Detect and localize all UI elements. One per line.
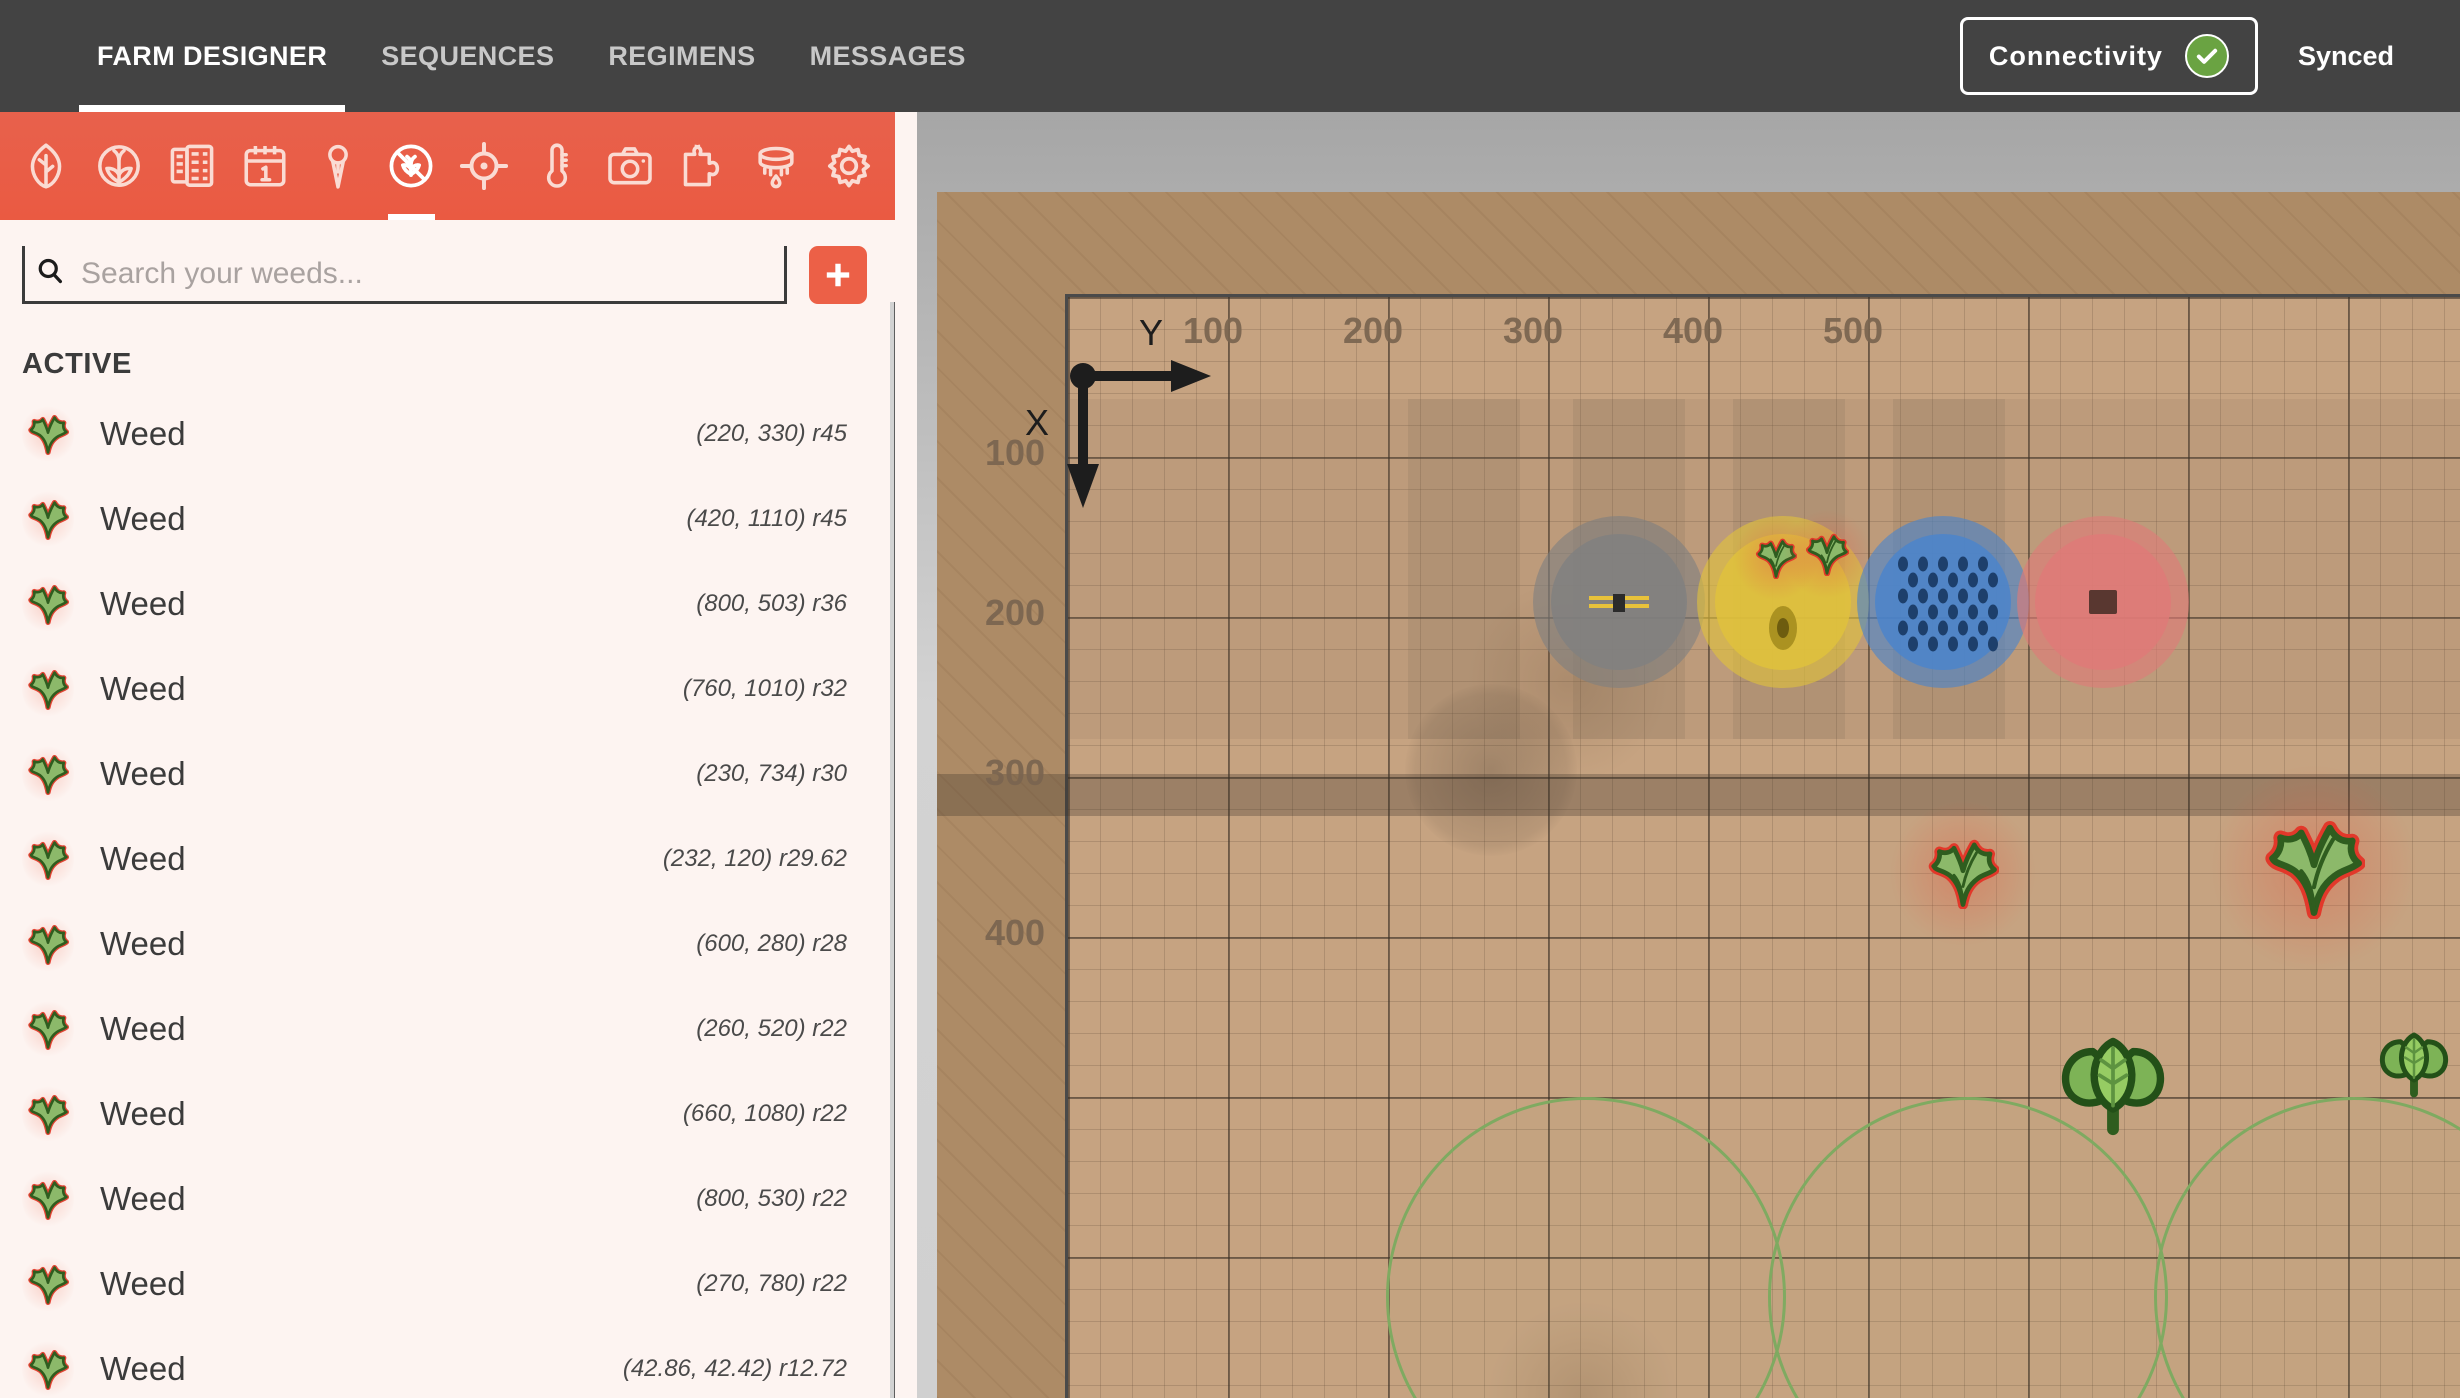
nav-link-label: Farm Designer: [97, 40, 328, 71]
list-item-name: Weed: [100, 414, 186, 452]
calendar-events-icon[interactable]: [229, 112, 302, 220]
weeds-icon[interactable]: [375, 112, 448, 220]
list-item-name: Weed: [100, 1349, 186, 1387]
map-plant-spinach[interactable]: [2059, 1028, 2167, 1136]
weed-icon: [22, 998, 74, 1059]
list-item-name: Weed: [100, 1009, 186, 1047]
weed-icon: [22, 1338, 74, 1398]
weed-icon: [22, 1253, 74, 1314]
map-plant-spinach[interactable]: [2378, 1026, 2450, 1098]
list-item-coords: (232, 120) r29.62: [662, 844, 847, 872]
top-navigation-bar: Farm Designer Sequences Regimens Message…: [0, 0, 2460, 112]
weeds-panel: ACTIVE Weed (220, 330) r45 Weed (420, 1110)…: [0, 112, 895, 1398]
nav-link-farm-designer[interactable]: Farm Designer: [70, 0, 354, 112]
farm-designer-map[interactable]: 100 200 300 400 500 100 200 300 400 Y X: [917, 112, 2460, 1398]
connectivity-label: Connectivity: [1988, 40, 2163, 71]
settings-gear-icon[interactable]: [812, 112, 885, 220]
map-weed[interactable]: [1927, 837, 1999, 909]
list-item-name: Weed: [100, 1264, 186, 1302]
nav-link-regimens[interactable]: Regimens: [581, 0, 782, 112]
weed-icon: [22, 658, 74, 719]
list-item-coords: (660, 1080) r22: [682, 1099, 847, 1127]
tool-slot-soil-sensor[interactable]: [2017, 516, 2189, 688]
weed-icon: [22, 1168, 74, 1229]
weed-icon: [22, 828, 74, 889]
search-icon: [35, 256, 65, 291]
map-weed[interactable]: [2263, 817, 2365, 919]
plants-leaf-icon[interactable]: [10, 112, 83, 220]
list-item-name: Weed: [100, 839, 186, 877]
nav-link-messages[interactable]: Messages: [783, 0, 993, 112]
map-weed[interactable]: [1805, 532, 1849, 576]
tool-slot-seed-tray[interactable]: [1857, 516, 2029, 688]
panel-scrollbar-track[interactable]: [890, 302, 895, 1398]
points-pin-icon[interactable]: [302, 112, 375, 220]
list-item[interactable]: Weed (800, 530) r22: [0, 1156, 895, 1241]
list-item[interactable]: Weed (42.86, 42.42) r12.72: [0, 1326, 895, 1398]
weed-icon: [22, 403, 74, 464]
panel-scrollbar-thumb[interactable]: [894, 302, 895, 1398]
list-item[interactable]: Weed (232, 120) r29.62: [0, 816, 895, 901]
check-circle-icon: [2184, 34, 2229, 78]
crosshair-location-icon[interactable]: [448, 112, 521, 220]
list-item[interactable]: Weed (800, 503) r36: [0, 561, 895, 646]
groups-icon[interactable]: [83, 112, 156, 220]
list-item-coords: (800, 503) r36: [696, 589, 847, 617]
list-item-name: Weed: [100, 584, 186, 622]
designer-tool-strip: [0, 112, 895, 220]
tool-slot-weeder[interactable]: [1533, 516, 1705, 688]
farm-designer-app: Farm Designer Sequences Regimens Message…: [0, 0, 2460, 1398]
list-item-coords: (600, 280) r28: [696, 929, 847, 957]
list-item-name: Weed: [100, 924, 186, 962]
weed-icon: [22, 743, 74, 804]
nav-link-label: Regimens: [608, 40, 756, 71]
list-item-coords: (760, 1010) r32: [682, 674, 847, 702]
weed-list: Weed (220, 330) r45 Weed (420, 1110) r45 Wee…: [0, 391, 895, 1398]
weed-icon: [22, 1083, 74, 1144]
list-item-coords: (270, 780) r22: [696, 1269, 847, 1297]
plus-icon: [826, 263, 850, 287]
add-weed-button[interactable]: [809, 246, 867, 304]
sensors-thermometer-icon[interactable]: [520, 112, 593, 220]
nav-right-section: Connectivity Synced: [1959, 17, 2460, 95]
list-item[interactable]: Weed (260, 520) r22: [0, 986, 895, 1071]
list-item[interactable]: Weed (230, 734) r30: [0, 731, 895, 816]
list-item-name: Weed: [100, 1094, 186, 1132]
list-item-coords: (420, 1110) r45: [686, 504, 847, 532]
garden-grid-icon[interactable]: [156, 112, 229, 220]
list-item[interactable]: Weed (270, 780) r22: [0, 1241, 895, 1326]
list-item-name: Weed: [100, 1179, 186, 1217]
list-item[interactable]: Weed (420, 1110) r45: [0, 476, 895, 561]
search-input[interactable]: [81, 256, 774, 291]
list-item-coords: (800, 530) r22: [696, 1184, 847, 1212]
list-item[interactable]: Weed (220, 330) r45: [0, 391, 895, 476]
connectivity-button[interactable]: Connectivity: [1959, 17, 2258, 95]
search-row: [0, 220, 895, 330]
list-item-name: Weed: [100, 754, 186, 792]
list-item[interactable]: Weed (660, 1080) r22: [0, 1071, 895, 1156]
list-item-coords: (220, 330) r45: [696, 419, 847, 447]
nav-link-label: Messages: [809, 40, 966, 71]
section-label-active: ACTIVE: [22, 348, 132, 380]
list-item-coords: (260, 520) r22: [696, 1014, 847, 1042]
tools-puzzle-icon[interactable]: [666, 112, 739, 220]
list-item-name: Weed: [100, 669, 186, 707]
utm-head: [1405, 684, 1577, 856]
weed-icon: [22, 488, 74, 549]
weed-icon: [22, 573, 74, 634]
zones-watering-icon[interactable]: [739, 112, 812, 220]
sync-status-text: Synced: [2297, 40, 2394, 71]
nav-links: Farm Designer Sequences Regimens Message…: [0, 0, 993, 112]
list-item-coords: (42.86, 42.42) r12.72: [622, 1354, 847, 1382]
nav-link-sequences[interactable]: Sequences: [354, 0, 581, 112]
nav-link-label: Sequences: [381, 40, 555, 71]
list-item-coords: (230, 734) r30: [696, 759, 847, 787]
weed-icon: [22, 913, 74, 974]
list-item-name: Weed: [100, 499, 186, 537]
list-item[interactable]: Weed (600, 280) r28: [0, 901, 895, 986]
photos-camera-icon[interactable]: [593, 112, 666, 220]
list-item[interactable]: Weed (760, 1010) r32: [0, 646, 895, 731]
search-box[interactable]: [22, 246, 787, 304]
map-border-area: 100 200 300 400 500 100 200 300 400 Y X: [937, 192, 2460, 1398]
